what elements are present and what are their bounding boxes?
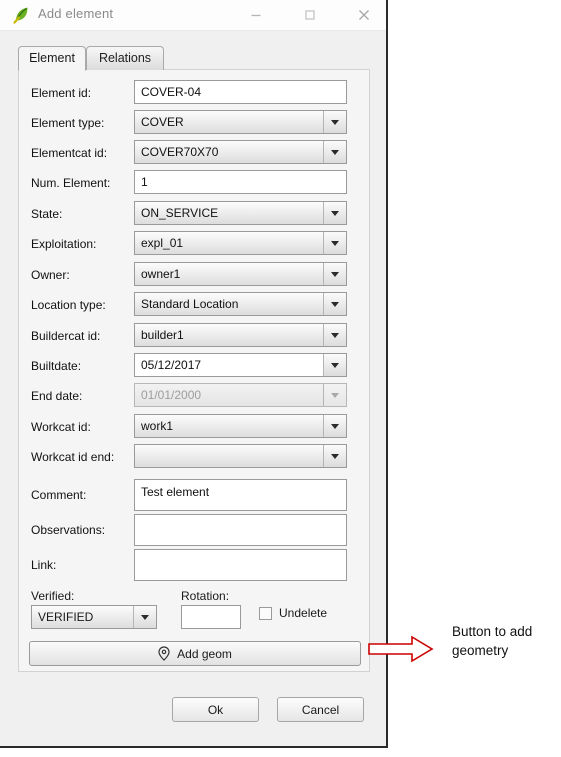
label-end-date: End date: <box>31 389 83 403</box>
value-owner: owner1 <box>141 267 181 281</box>
datepicker-builtdate[interactable]: 05/12/2017 <box>134 353 347 377</box>
qgis-leaf-icon <box>12 5 31 24</box>
chevron-down-icon[interactable] <box>323 415 346 437</box>
add-geom-button[interactable]: Add geom <box>29 641 361 666</box>
tab-relations[interactable]: Relations <box>86 46 164 70</box>
maximize-icon[interactable] <box>287 0 333 30</box>
value-num-element: 1 <box>141 175 148 189</box>
label-link: Link: <box>31 558 57 572</box>
label-undelete: Undelete <box>279 606 328 620</box>
undelete-checkbox-group[interactable]: Undelete <box>259 606 327 620</box>
chevron-down-icon[interactable] <box>323 202 346 224</box>
label-num-element: Num. Element: <box>31 176 111 190</box>
select-workcat-id-end[interactable] <box>134 444 347 468</box>
select-workcat-id[interactable]: work1 <box>134 414 347 438</box>
select-buildercat-id[interactable]: builder1 <box>134 323 347 347</box>
ok-button[interactable]: Ok <box>172 697 259 722</box>
textarea-link[interactable] <box>134 549 347 581</box>
chevron-down-icon[interactable] <box>323 263 346 285</box>
label-workcat-id: Workcat id: <box>31 420 91 434</box>
select-owner[interactable]: owner1 <box>134 262 347 286</box>
textarea-comment[interactable]: Test element <box>134 479 347 511</box>
textarea-observations[interactable] <box>134 514 347 546</box>
label-verified: Verified: <box>31 589 75 603</box>
input-rotation[interactable] <box>181 605 241 629</box>
datepicker-end-date: 01/01/2000 <box>134 383 347 407</box>
close-icon[interactable] <box>341 0 387 30</box>
window-title: Add element <box>38 6 114 21</box>
title-bar: Add element <box>0 0 386 31</box>
select-exploitation[interactable]: expl_01 <box>134 231 347 255</box>
chevron-down-icon[interactable] <box>323 324 346 346</box>
label-workcat-id-end: Workcat id end: <box>31 450 115 464</box>
value-comment: Test element <box>141 485 210 499</box>
map-pin-icon <box>158 646 170 661</box>
chevron-down-icon[interactable] <box>323 445 346 467</box>
label-comment: Comment: <box>31 488 87 502</box>
value-location-type: Standard Location <box>141 297 239 311</box>
value-workcat-id: work1 <box>141 419 174 433</box>
annotation-text: Button to add geometry <box>452 624 533 658</box>
select-elementcat-id[interactable]: COVER70X70 <box>134 140 347 164</box>
select-state[interactable]: ON_SERVICE <box>134 201 347 225</box>
cancel-button[interactable]: Cancel <box>277 697 364 722</box>
chevron-down-icon[interactable] <box>323 293 346 315</box>
select-location-type[interactable]: Standard Location <box>134 292 347 316</box>
select-element-type[interactable]: COVER <box>134 110 347 134</box>
chevron-down-icon[interactable] <box>323 354 346 376</box>
value-end-date: 01/01/2000 <box>141 388 202 402</box>
tab-element[interactable]: Element <box>18 46 86 71</box>
label-rotation: Rotation: <box>181 589 230 603</box>
undelete-checkbox[interactable] <box>259 606 272 620</box>
label-buildercat-id: Buildercat id: <box>31 329 101 343</box>
label-elementcat-id: Elementcat id: <box>31 146 108 160</box>
label-element-type: Element type: <box>31 116 105 130</box>
cancel-button-label: Cancel <box>301 702 340 717</box>
value-element-type: COVER <box>141 115 184 129</box>
tab-element-label: Element <box>29 51 75 65</box>
label-owner: Owner: <box>31 268 70 282</box>
chevron-down-icon[interactable] <box>133 606 156 628</box>
value-state: ON_SERVICE <box>141 206 219 220</box>
value-buildercat-id: builder1 <box>141 328 184 342</box>
annotation-arrow-icon <box>368 634 434 667</box>
chevron-down-icon[interactable] <box>323 232 346 254</box>
chevron-down-icon <box>323 384 346 406</box>
chevron-down-icon[interactable] <box>323 111 346 133</box>
select-verified[interactable]: VERIFIED <box>31 605 157 629</box>
label-exploitation: Exploitation: <box>31 237 97 251</box>
label-state: State: <box>31 207 63 221</box>
input-element-id[interactable]: COVER-04 <box>134 80 347 104</box>
element-form-panel: Element id: COVER-04 Element type: COVER… <box>18 69 370 672</box>
value-builtdate: 05/12/2017 <box>141 358 202 372</box>
input-num-element[interactable]: 1 <box>134 170 347 194</box>
ok-button-label: Ok <box>207 702 224 717</box>
label-element-id: Element id: <box>31 86 92 100</box>
tab-relations-label: Relations <box>98 51 152 65</box>
label-builtdate: Builtdate: <box>31 359 82 373</box>
value-elementcat-id: COVER70X70 <box>141 145 219 159</box>
label-observations: Observations: <box>31 523 106 537</box>
label-location-type: Location type: <box>31 298 106 312</box>
minimize-icon[interactable] <box>233 0 279 30</box>
add-element-dialog: Add element Element Relations Element id… <box>0 0 388 748</box>
value-verified: VERIFIED <box>38 610 94 624</box>
value-element-id: COVER-04 <box>141 85 202 99</box>
value-exploitation: expl_01 <box>141 236 184 250</box>
chevron-down-icon[interactable] <box>323 141 346 163</box>
add-geom-label: Add geom <box>177 646 232 661</box>
tab-strip: Element Relations <box>18 46 370 71</box>
